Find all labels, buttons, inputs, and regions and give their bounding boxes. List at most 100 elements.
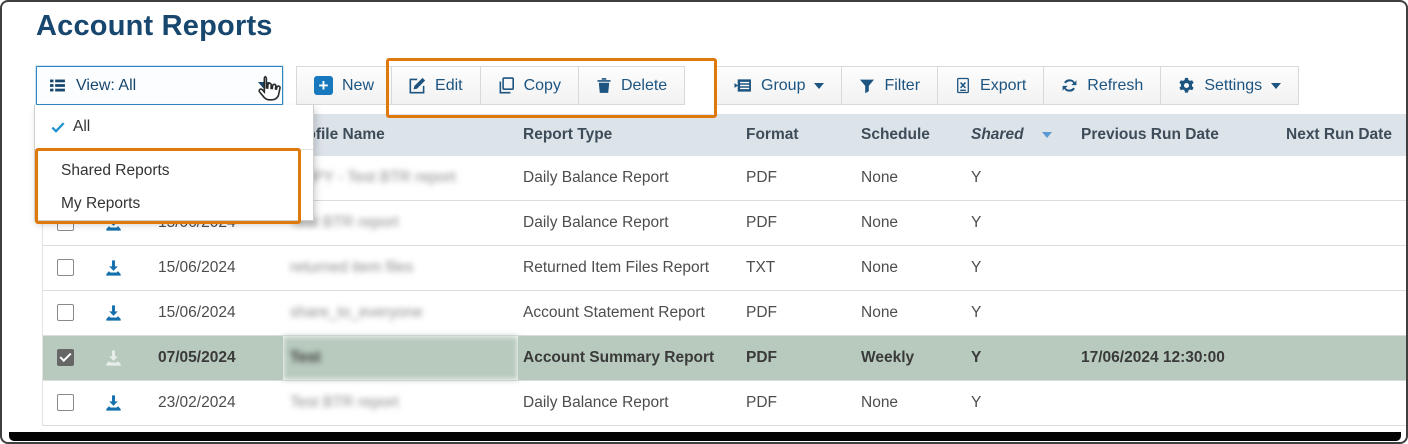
refresh-button-label: Refresh [1087,77,1143,95]
cell-next-run-date [1283,336,1408,381]
hand-cursor-icon [251,72,287,115]
cell-profile-name: Test [283,336,518,381]
cell-next-run-date [1283,291,1408,336]
group-button-label: Group [761,77,805,95]
delete-button-label: Delete [621,77,667,95]
cell-report-type: Account Summary Report [518,336,743,381]
header-schedule[interactable]: Schedule [858,114,968,156]
cell-previous-run-date [1078,156,1283,201]
cell-schedule: None [858,381,968,426]
cell-profile-name: Test BTR report [283,381,518,426]
download-icon[interactable] [104,259,123,277]
table-tools-button-group: Group Filter Export Refresh Settings [717,66,1299,105]
cell-shared: Y [968,246,1078,291]
cell-date: 15/06/2024 [138,291,283,336]
filter-button[interactable]: Filter [841,66,938,105]
cell-next-run-date [1283,201,1408,246]
table-row[interactable]: 23/02/2024 Test BTR report Daily Balance… [43,381,1408,426]
filter-funnel-icon [859,78,875,94]
page-title: Account Reports [36,10,273,43]
cell-profile-name: share_to_everyone [283,291,518,336]
list-view-icon [49,77,66,94]
cell-format: PDF [743,201,858,246]
cell-format: PDF [743,291,858,336]
cell-shared: Y [968,291,1078,336]
delete-button[interactable]: Delete [578,66,685,105]
cell-previous-run-date [1078,246,1283,291]
cell-schedule: None [858,201,968,246]
cell-shared: Y [968,201,1078,246]
cell-format: PDF [743,381,858,426]
group-button[interactable]: Group [716,66,842,105]
cell-profile-name: Test BTR report [283,201,518,246]
chevron-down-icon [814,83,824,89]
edit-button-label: Edit [435,77,463,95]
header-format[interactable]: Format [743,114,858,156]
header-profile-name[interactable]: Profile Name [283,114,518,156]
cell-format: PDF [743,336,858,381]
download-icon[interactable] [104,394,123,412]
table-row[interactable]: 15/06/2024 returned item files Returned … [43,246,1408,291]
export-button-label: Export [980,77,1026,95]
crud-button-group: + New Edit Copy Delete [297,66,685,105]
header-shared[interactable]: Shared [968,114,1078,156]
cell-next-run-date [1283,246,1408,291]
header-next-run-date[interactable]: Next Run Date [1283,114,1408,156]
view-dropdown-button[interactable]: View: All [36,66,283,105]
chevron-down-icon [1271,83,1281,89]
refresh-button[interactable]: Refresh [1043,66,1161,105]
dropdown-divider [35,149,313,150]
settings-button-label: Settings [1204,77,1262,95]
copy-button[interactable]: Copy [480,66,579,105]
cell-profile-name: COPY - Test BTR report [283,156,518,201]
cell-schedule: None [858,291,968,336]
cell-report-type: Daily Balance Report [518,201,743,246]
copy-button-label: Copy [524,77,561,95]
row-checkbox[interactable] [57,349,74,366]
cell-shared: Y [968,381,1078,426]
dropdown-item-label: My Reports [61,195,140,213]
cell-schedule: None [858,156,968,201]
copy-icon [498,77,515,94]
cell-report-type: Account Statement Report [518,291,743,336]
cell-next-run-date [1283,156,1408,201]
cell-format: PDF [743,156,858,201]
cell-shared: Y [968,336,1078,381]
cell-date: 23/02/2024 [138,381,283,426]
group-icon [734,77,752,94]
view-dropdown-label: View: All [76,77,136,95]
export-button[interactable]: Export [937,66,1044,105]
cell-previous-run-date [1078,201,1283,246]
header-previous-run-date[interactable]: Previous Run Date [1078,114,1283,156]
table-row[interactable]: 15/06/2024 share_to_everyone Account Sta… [43,291,1408,336]
download-icon[interactable] [104,304,123,322]
check-icon [51,120,65,134]
plus-icon: + [314,76,333,95]
cell-report-type: Daily Balance Report [518,156,743,201]
export-excel-icon [955,77,971,94]
new-button-label: New [342,77,374,95]
gear-icon [1178,77,1195,94]
cell-previous-run-date: 17/06/2024 12:30:00 [1078,336,1283,381]
cell-schedule: None [858,246,968,291]
dropdown-item-shared-reports[interactable]: Shared Reports [35,155,313,187]
edit-button[interactable]: Edit [391,66,481,105]
header-report-type[interactable]: Report Type [518,114,743,156]
cell-schedule: Weekly [858,336,968,381]
download-icon[interactable] [104,349,123,367]
row-checkbox[interactable] [57,304,74,321]
trash-icon [596,77,612,94]
table-row[interactable]: 07/05/2024 Test Account Summary Report P… [43,336,1408,381]
row-checkbox[interactable] [57,394,74,411]
cell-report-type: Daily Balance Report [518,381,743,426]
dropdown-item-my-reports[interactable]: My Reports [35,188,313,220]
row-checkbox[interactable] [57,259,74,276]
dropdown-item-label: All [73,118,90,136]
new-button[interactable]: + New [296,66,392,105]
cropped-bottom-bar [9,432,1401,441]
dropdown-item-all[interactable]: All [35,111,313,143]
refresh-icon [1061,77,1078,94]
cell-format: TXT [743,246,858,291]
settings-button[interactable]: Settings [1160,66,1299,105]
cell-previous-run-date [1078,291,1283,336]
